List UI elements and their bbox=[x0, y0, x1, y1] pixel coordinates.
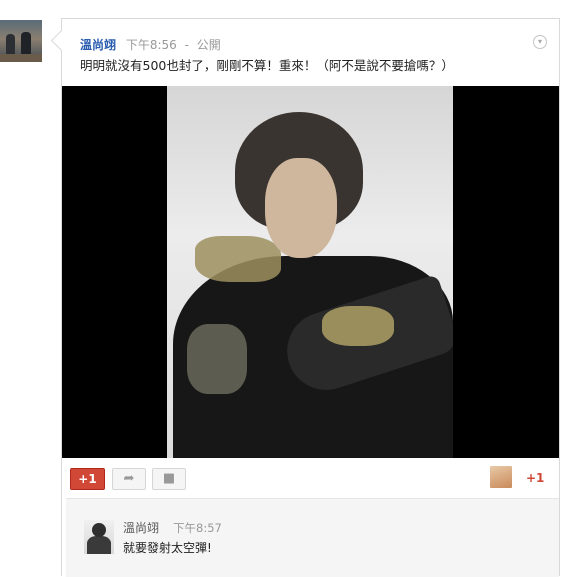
chevron-down-icon[interactable]: ▾ bbox=[533, 35, 547, 49]
avatar-body bbox=[87, 536, 111, 554]
comment-author[interactable]: 溫尚翊 bbox=[123, 519, 159, 536]
post-header: 溫尚翊 下午8:56 - 公開 bbox=[80, 37, 221, 53]
avatar-figure bbox=[21, 32, 31, 56]
plus-one-count[interactable]: +1 bbox=[526, 471, 544, 485]
card-caret bbox=[50, 29, 73, 52]
hangout-button[interactable]: ■ bbox=[152, 468, 186, 490]
post-text: 明明就沒有500也封了，剛剛不算！重來！（阿不是說不要搶嗎？） bbox=[80, 58, 454, 73]
comment-avatar[interactable] bbox=[84, 520, 114, 554]
avatar-floor bbox=[0, 54, 42, 62]
photo-face bbox=[265, 158, 337, 258]
share-button[interactable]: ➦ bbox=[112, 468, 146, 490]
post-card: 溫尚翊 下午8:56 - 公開 ▾ 明明就沒有500也封了，剛剛不算！重來！（阿… bbox=[50, 18, 560, 577]
meta-separator: - bbox=[184, 38, 189, 52]
plus-one-user-avatar[interactable] bbox=[490, 466, 512, 488]
post-timestamp[interactable]: 下午8:56 bbox=[126, 38, 177, 52]
photo-frame[interactable] bbox=[62, 86, 559, 458]
video-camera-icon: ■ bbox=[162, 471, 176, 486]
post-author[interactable]: 溫尚翊 bbox=[80, 38, 116, 52]
comment-text: 就要發射太空彈! bbox=[123, 541, 212, 555]
photo-gold-detail bbox=[322, 306, 394, 346]
comment-timestamp[interactable]: 下午8:57 bbox=[173, 520, 222, 536]
share-arrow-icon: ➦ bbox=[123, 471, 135, 486]
plus-one-button[interactable]: +1 bbox=[70, 468, 105, 490]
action-bar: +1 ➦ ■ +1 bbox=[62, 460, 559, 496]
photo-gold-detail bbox=[195, 236, 281, 282]
post-photo[interactable] bbox=[167, 86, 453, 458]
photo-gold-detail bbox=[187, 324, 247, 394]
author-avatar[interactable] bbox=[0, 20, 42, 62]
avatar-figure bbox=[6, 34, 15, 56]
avatar-head bbox=[92, 523, 106, 537]
comments-section: 溫尚翊 下午8:57 就要發射太空彈! bbox=[66, 498, 559, 577]
post-visibility[interactable]: 公開 bbox=[197, 38, 221, 52]
